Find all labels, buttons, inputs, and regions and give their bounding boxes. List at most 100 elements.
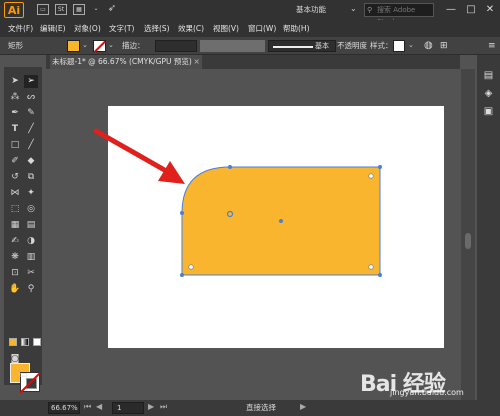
rotate-tool-icon[interactable]: ↺: [8, 171, 22, 184]
draw-mode-icon[interactable]: ◙: [8, 353, 22, 366]
direct-selection-tool-icon[interactable]: ➢: [24, 75, 38, 88]
artboard-tool-icon[interactable]: ⊡: [8, 267, 22, 280]
variable-width-profile[interactable]: [200, 40, 265, 52]
libraries-icon[interactable]: ▣: [482, 105, 495, 118]
document-tab-title: 未标题-1* @ 66.67% (CMYK/GPU 预览): [52, 57, 192, 66]
next-artboard-icon[interactable]: ▶: [148, 402, 154, 411]
annotation-arrow: [93, 128, 185, 184]
stroke-swatch[interactable]: [93, 40, 106, 52]
selection-tool-icon[interactable]: ➤: [8, 75, 22, 88]
artboard-number-select[interactable]: 1: [112, 402, 144, 414]
document-tab[interactable]: 未标题-1* @ 66.67% (CMYK/GPU 预览) ×: [50, 55, 202, 69]
free-transform-tool-icon[interactable]: ⬚: [8, 203, 22, 216]
brush-definition-select[interactable]: 基本: [268, 40, 336, 52]
shape-builder-tool-icon[interactable]: ◎: [24, 203, 38, 216]
hand-tool-icon[interactable]: ✋: [8, 283, 22, 296]
previous-artboard-icon[interactable]: ◀: [96, 402, 102, 411]
anchor-point[interactable]: [378, 273, 382, 277]
properties-icon[interactable]: ▤: [482, 69, 495, 82]
menu-select[interactable]: 选择(S): [144, 22, 170, 35]
chevron-down-icon[interactable]: ⌄: [82, 41, 88, 49]
anchor-point[interactable]: [180, 273, 184, 277]
lasso-tool-icon[interactable]: ᔕ: [24, 91, 38, 104]
stock-icon[interactable]: St: [55, 4, 67, 15]
title-bar: Ai ▭ St ▦ ⌄ ➶ 基本功能 ⌄ ⚲ 搜索 Adobe Stock — …: [0, 0, 500, 26]
fill-swatch[interactable]: [67, 40, 80, 52]
type-tool-icon[interactable]: T: [8, 123, 22, 136]
anchor-point[interactable]: [378, 165, 382, 169]
corner-widget[interactable]: [188, 264, 194, 270]
menu-type[interactable]: 文字(T): [109, 22, 134, 35]
minimize-button[interactable]: —: [442, 2, 460, 18]
shaper-tool-icon[interactable]: ✐: [8, 155, 22, 168]
gradient-tool-icon[interactable]: ▤: [24, 219, 38, 232]
symbol-sprayer-tool-icon[interactable]: ❋: [8, 251, 22, 264]
chevron-down-icon[interactable]: ⌄: [350, 4, 357, 13]
color-mode-swatch[interactable]: [9, 338, 17, 346]
zoom-value: 66.67%: [51, 404, 78, 412]
zoom-tool-icon[interactable]: ⚲: [24, 283, 38, 296]
perspective-grid-tool-icon[interactable]: ▦: [8, 219, 22, 232]
stock-search-input[interactable]: ⚲ 搜索 Adobe Stock: [364, 3, 434, 26]
graph-tool-icon[interactable]: ▥: [24, 251, 38, 264]
none-mode-swatch[interactable]: [33, 338, 41, 346]
opacity-label[interactable]: 不透明度: [337, 40, 367, 52]
gradient-mode-swatch[interactable]: [21, 338, 29, 346]
align-icon[interactable]: ⊞: [440, 40, 448, 52]
close-tab-icon[interactable]: ×: [193, 55, 199, 69]
chevron-down-icon[interactable]: ⌄: [108, 41, 114, 49]
anchor-point[interactable]: [228, 165, 232, 169]
anchor-point[interactable]: [180, 211, 184, 215]
rocket-icon[interactable]: ➶: [106, 4, 118, 15]
center-point[interactable]: [279, 219, 283, 223]
screen-mode-icon[interactable]: ▭: [16, 369, 30, 382]
menu-file[interactable]: 文件(F): [8, 22, 33, 35]
close-button[interactable]: ✕: [481, 2, 499, 18]
artwork-layer: [93, 128, 382, 277]
menu-object[interactable]: 对象(O): [74, 22, 101, 35]
blend-tool-icon[interactable]: ◑: [24, 235, 38, 248]
corner-widget[interactable]: [368, 173, 374, 179]
current-tool-hint: 直接选择: [246, 403, 276, 412]
scale-tool-icon[interactable]: ⧉: [24, 171, 38, 184]
menu-window[interactable]: 窗口(W): [248, 22, 276, 35]
vertical-scrollbar[interactable]: [461, 69, 475, 400]
maximize-button[interactable]: □: [462, 2, 480, 18]
scrollbar-thumb[interactable]: [465, 233, 471, 249]
stroke-label[interactable]: 描边：: [122, 40, 145, 52]
rectangle-tool-icon[interactable]: □: [8, 139, 22, 152]
menu-help[interactable]: 帮助(H): [283, 22, 310, 35]
arrange-documents-icon[interactable]: ▦: [73, 4, 85, 15]
eraser-tool-icon[interactable]: ◆: [24, 155, 38, 168]
layers-icon[interactable]: ◈: [482, 87, 495, 100]
width-tool-icon[interactable]: ⋈: [8, 187, 22, 200]
menu-effect[interactable]: 效果(C): [178, 22, 204, 35]
canvas[interactable]: [46, 69, 460, 400]
slice-tool-icon[interactable]: ✂: [24, 267, 38, 280]
chevron-down-icon[interactable]: ⌄: [408, 41, 414, 49]
control-bar: 矩形 ⌄ ⌄ 描边： 基本 不透明度 样式： ⌄ ◍ ⊞ ≡: [0, 37, 500, 55]
first-artboard-icon[interactable]: ⏮: [84, 402, 91, 412]
last-artboard-icon[interactable]: ⏭: [160, 402, 167, 412]
paintbrush-tool-icon[interactable]: ╱: [24, 139, 38, 152]
panel-menu-icon[interactable]: ≡: [488, 40, 496, 52]
status-bar: 66.67% ⏮ ◀ 1 ▶ ⏭ 直接选择 ▶: [0, 400, 500, 416]
line-tool-icon[interactable]: ╱: [24, 123, 38, 136]
corner-widget[interactable]: [368, 264, 374, 270]
pen-tool-icon[interactable]: ✒: [8, 107, 22, 120]
chevron-down-icon[interactable]: ⌄: [90, 4, 102, 15]
status-menu-icon[interactable]: ▶: [300, 402, 306, 411]
menu-edit[interactable]: 编辑(E): [40, 22, 66, 35]
menu-view[interactable]: 视图(V): [213, 22, 239, 35]
workspace-switcher[interactable]: 基本功能: [296, 3, 346, 17]
recolor-icon[interactable]: ◍: [424, 40, 433, 52]
stroke-weight-input[interactable]: [155, 40, 197, 52]
puppet-warp-tool-icon[interactable]: ✦: [24, 187, 38, 200]
tools-panel: ➤ ➢ ⁂ ᔕ ✒ ✎ T ╱ □ ╱ ✐ ◆ ↺ ⧉ ⋈ ✦ ⬚ ◎ ▦ ▤ …: [4, 67, 42, 392]
zoom-select[interactable]: 66.67%: [48, 402, 80, 414]
eyedropper-tool-icon[interactable]: ✍: [8, 235, 22, 248]
magic-wand-tool-icon[interactable]: ⁂: [8, 91, 22, 104]
graphic-style-swatch[interactable]: [393, 40, 405, 52]
curvature-tool-icon[interactable]: ✎: [24, 107, 38, 120]
tablet-icon[interactable]: ▭: [37, 4, 49, 15]
